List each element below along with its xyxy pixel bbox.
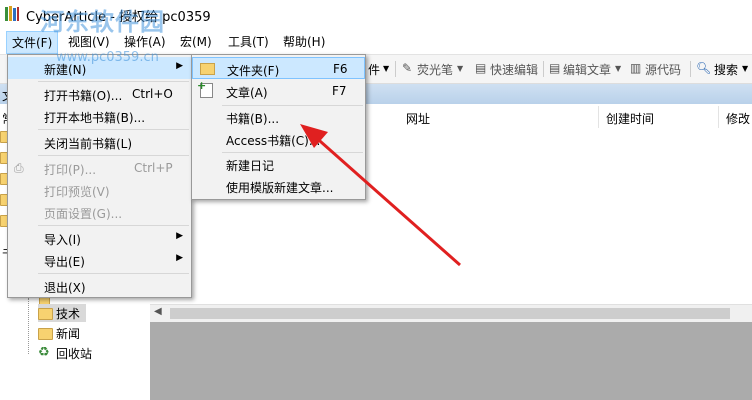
menu-separator bbox=[38, 225, 189, 226]
source-code-button[interactable]: 源代码 bbox=[645, 61, 681, 78]
file-menu-item-print: ⎙ 打印(P)... Ctrl+P bbox=[14, 161, 173, 177]
menu-separator bbox=[38, 81, 189, 82]
pen-icon: ✎ bbox=[402, 61, 413, 75]
watermark-logo: 河东软件园 bbox=[40, 7, 165, 36]
column-divider[interactable] bbox=[598, 106, 599, 128]
quick-edit-button[interactable]: 快速编辑 bbox=[490, 61, 538, 78]
column-header-modified[interactable]: 修改 bbox=[726, 110, 750, 127]
file-menu: 新建(N) ▶ 打开书籍(O)... Ctrl+O 打开本地书籍(B)... 关… bbox=[7, 54, 192, 298]
search-button[interactable]: 搜索 bbox=[714, 61, 738, 78]
preview-area bbox=[150, 322, 752, 400]
new-submenu-item-article[interactable]: + 文章(A) F7 bbox=[192, 79, 365, 102]
chevron-down-icon[interactable]: ▼ bbox=[457, 64, 463, 73]
folder-icon bbox=[38, 308, 53, 320]
highlighter-button[interactable]: 荧光笔 bbox=[417, 61, 453, 78]
submenu-arrow-icon: ▶ bbox=[176, 61, 183, 71]
file-menu-item-page-setup: 页面设置(G)... bbox=[44, 207, 123, 221]
menu-macro[interactable]: 宏(M) bbox=[180, 33, 212, 50]
quick-edit-icon: ▤ bbox=[475, 61, 487, 75]
tree-item-recycle-bin[interactable]: 回收站 bbox=[56, 345, 92, 362]
file-menu-item-print-preview: 打印预览(V) bbox=[44, 185, 110, 199]
file-menu-item-exit[interactable]: 退出(X) bbox=[8, 275, 191, 297]
chevron-down-icon[interactable]: ▼ bbox=[615, 64, 621, 73]
tree-item-tech[interactable]: 技术 bbox=[56, 305, 80, 322]
submenu-arrow-icon: ▶ bbox=[176, 231, 183, 241]
watermark-url: www.pc0359.cn bbox=[56, 50, 159, 65]
menu-tools[interactable]: 工具(T) bbox=[228, 33, 269, 50]
menu-help[interactable]: 帮助(H) bbox=[283, 33, 325, 50]
chevron-down-icon[interactable]: ▼ bbox=[383, 64, 389, 73]
toolbar-file-partial[interactable]: 件 bbox=[368, 61, 380, 78]
printer-icon: ⎙ bbox=[14, 161, 24, 175]
file-menu-item-export[interactable]: 导出(E) ▶ bbox=[8, 249, 191, 271]
annotation-arrow bbox=[300, 124, 461, 267]
new-submenu-item-folder[interactable]: 文件夹(F) F6 bbox=[192, 57, 365, 79]
menu-separator bbox=[38, 155, 189, 156]
tree-connector bbox=[28, 298, 29, 354]
toolbar-separator bbox=[690, 61, 691, 77]
edit-article-button[interactable]: 编辑文章 bbox=[563, 61, 611, 78]
toolbar-separator bbox=[543, 61, 544, 77]
column-divider[interactable] bbox=[718, 106, 719, 128]
search-icon: 🔍︎ bbox=[696, 61, 712, 75]
plus-icon: + bbox=[197, 79, 207, 92]
file-menu-item-open-book[interactable]: 打开书籍(O)... Ctrl+O bbox=[8, 83, 191, 105]
file-menu-item-open-local-book[interactable]: 打开本地书籍(B)... bbox=[8, 105, 191, 127]
horizontal-scrollbar[interactable]: ◀ bbox=[150, 304, 752, 322]
menu-separator bbox=[38, 273, 189, 274]
source-code-icon: ▥ bbox=[630, 61, 642, 75]
file-menu-item-close-book[interactable]: 关闭当前书籍(L) bbox=[8, 131, 191, 153]
recycle-bin-icon: ♻ bbox=[38, 345, 50, 360]
folder-icon bbox=[200, 63, 215, 75]
scroll-left-icon[interactable]: ◀ bbox=[154, 306, 162, 317]
tree-item-news[interactable]: 新闻 bbox=[56, 325, 80, 342]
app-icon bbox=[5, 6, 19, 21]
edit-article-icon: ▤ bbox=[549, 61, 561, 75]
file-menu-item-import[interactable]: 导入(I) ▶ bbox=[8, 227, 191, 249]
column-header-created[interactable]: 创建时间 bbox=[606, 110, 654, 127]
submenu-arrow-icon: ▶ bbox=[176, 253, 183, 263]
scrollbar-thumb[interactable] bbox=[170, 308, 730, 319]
menu-separator bbox=[38, 129, 189, 130]
folder-icon bbox=[38, 328, 53, 340]
toolbar-separator bbox=[395, 61, 396, 77]
chevron-down-icon[interactable]: ▼ bbox=[742, 64, 748, 73]
